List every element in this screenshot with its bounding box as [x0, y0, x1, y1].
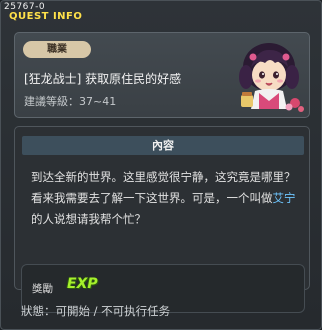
quest-name: [狂龙战士] 获取原住民的好感 — [24, 72, 182, 86]
quest-info-window: 25767-0 QUEST INFO 職業 [狂龙战士] 获取原住民的好感 建議… — [0, 0, 322, 330]
npc-portrait — [239, 43, 304, 112]
quest-status: 狀態：可開始 / 不可执行任务 — [21, 304, 171, 318]
job-badge: 職業 — [23, 41, 91, 58]
reward-label: 獎勵 — [32, 283, 53, 295]
content-heading: 內容 — [22, 136, 304, 155]
quest-description: 到达全新的世界。这里感觉很宁静，这究竟是哪里？看来我需要去了解一下这世界。可是，… — [31, 167, 301, 230]
exp-reward-icon: EXP — [67, 276, 98, 292]
description-text: 到达全新的世界。这里感觉很宁静，这究竟是哪里？看来我需要去了解一下这世界。可是，… — [31, 170, 296, 205]
window-title: QUEST INFO — [9, 11, 83, 22]
quest-header-panel: 職業 [狂龙战士] 获取原住民的好感 建議等級：37~41 — [14, 32, 310, 118]
npc-name-link[interactable]: 艾宁 — [273, 191, 296, 205]
recommended-level: 建議等級：37~41 — [24, 95, 117, 108]
description-text-end: 的人说想请我帮个忙？ — [31, 212, 146, 226]
